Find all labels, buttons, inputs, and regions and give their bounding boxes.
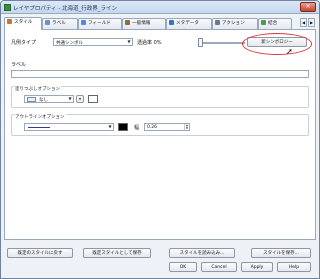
red-highlight-ellipse [242,33,312,55]
tab-fields[interactable]: フィールド [78,18,122,29]
legend-type-select[interactable]: 共通シンボル ▼ [53,38,133,46]
restore-default-style-button[interactable]: 既定のスタイルに戻す [7,248,73,258]
info-icon [169,20,174,25]
window-title: レイヤプロパティ - 北海道_行政界_ライン [13,6,117,12]
fill-options-title: 塗りつぶしオプション [14,86,62,92]
tab-scroll-left-icon[interactable]: ◀ [300,18,307,27]
tab-scroll-right-icon[interactable]: ▶ [308,18,315,27]
width-label: 幅 [134,125,140,131]
fill-pattern-dropdown-button[interactable]: ▾ [76,95,84,103]
style-tab-panel: 凡例タイプ 共通シンボル ▼ 透過率 0% 新シンボロジー ➚ ラベル 塗りつぶ… [4,29,316,240]
chevron-down-icon: ▼ [127,39,131,44]
tab-metadata[interactable]: メタデータ [166,18,212,29]
fill-color-button[interactable] [88,95,98,103]
outline-style-select[interactable]: ▼ [24,123,114,131]
transparency-slider-track[interactable] [201,42,245,44]
label-input[interactable] [11,70,309,78]
chevron-down-icon: ▼ [68,96,72,101]
ok-button[interactable]: OK [169,262,197,272]
layer-properties-window: レイヤプロパティ - 北海道_行政界_ライン ✕ スタイル ラベル フィールド … [0,0,320,279]
cancel-button[interactable]: Cancel [201,262,237,272]
join-icon [261,20,266,25]
tab-general[interactable]: 一般情報 [122,18,166,29]
legend-type-label: 凡例タイプ [11,40,37,46]
tab-label[interactable]: ラベル [42,18,78,29]
tab-style[interactable]: スタイル [4,17,42,30]
label-field-label: ラベル [11,62,27,68]
outline-options-title: アウトラインオプション [14,114,66,120]
brush-icon [7,19,12,24]
fill-options-group: 塗りつぶしオプション なし ▼ ▾ [11,86,309,108]
gear-icon [215,20,220,25]
tab-join[interactable]: 結合 [258,18,292,29]
solid-line-preview [28,127,50,128]
chevron-down-icon: ▼ [108,124,112,129]
apply-button[interactable]: Apply [241,262,273,272]
wrench-icon [125,20,130,25]
tab-bar: スタイル ラベル フィールド 一般情報 メタデータ アクション 結合 ◀ ▶ [4,17,316,30]
transparency-slider-handle[interactable] [198,38,203,47]
title-bar: レイヤプロパティ - 北海道_行政界_ライン ✕ [1,1,319,14]
tab-actions[interactable]: アクション [212,18,258,29]
mouse-pointer-icon: ➚ [286,47,293,56]
table-icon [81,20,86,25]
load-style-button[interactable]: スタイルを読み込み... [169,248,235,258]
transparency-label: 透過率 0% [137,40,162,46]
save-as-default-style-button[interactable]: 既定スタイルとして保存 [83,248,151,258]
help-button[interactable]: Help [277,262,311,272]
fill-pattern-select[interactable]: なし ▼ [24,95,74,103]
outline-color-button[interactable] [118,123,128,131]
outline-options-group: アウトラインオプション ▼ 幅 0.26 ▲ ▼ [11,114,309,136]
fill-pattern-swatch [27,97,36,102]
close-icon[interactable]: ✕ [300,2,316,12]
spin-arrows-icon[interactable]: ▲ ▼ [184,124,189,130]
qgis-app-icon [4,4,11,11]
label-icon [45,20,50,25]
outline-width-spinbox[interactable]: 0.26 ▲ ▼ [144,123,190,131]
save-style-button[interactable]: スタイルを保存... [251,248,311,258]
